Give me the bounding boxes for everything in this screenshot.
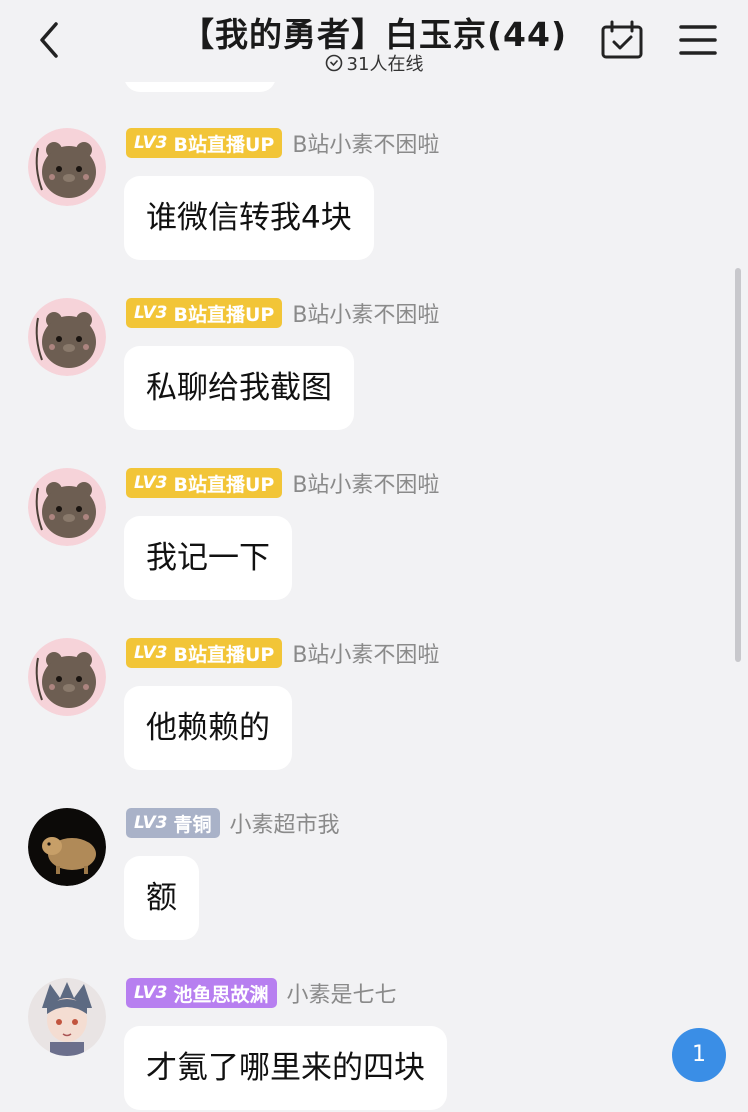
message-bubble[interactable]: 我记一下 — [124, 516, 292, 600]
level-label: LV3 — [134, 983, 168, 1003]
bear-avatar[interactable] — [28, 638, 106, 716]
message-bubble[interactable]: 才氪了哪里来的四块 — [124, 1026, 447, 1110]
level-label: LV3 — [134, 473, 168, 493]
badge-title: B站直播UP — [173, 473, 275, 496]
menu-button[interactable] — [678, 22, 718, 58]
level-label: LV3 — [134, 643, 168, 663]
sender-nickname[interactable]: 小素是七七 — [287, 977, 397, 1009]
anime-avatar[interactable] — [28, 978, 106, 1056]
level-badge: LV3 B站直播UP — [126, 298, 283, 328]
bear-avatar[interactable] — [28, 298, 106, 376]
message-bubble[interactable]: 私聊给我截图 — [124, 346, 354, 430]
message-meta: LV3 青铜 小素超市我 — [126, 808, 340, 838]
badge-title: B站直播UP — [173, 643, 275, 666]
chat-header: 【我的勇者】白玉京(44) 31人在线 — [0, 0, 748, 82]
level-label: LV3 — [134, 303, 168, 323]
badge-title: 青铜 — [173, 813, 212, 836]
badge-title: 池鱼思故渊 — [173, 983, 269, 1006]
check-circle-icon — [325, 54, 342, 72]
message-meta: LV3 B站直播UP B站小素不困啦 — [126, 128, 439, 158]
bear-avatar[interactable] — [28, 468, 106, 546]
message-meta: LV3 池鱼思故渊 小素是七七 — [126, 978, 397, 1008]
badge-title: B站直播UP — [173, 133, 275, 156]
sender-nickname[interactable]: B站小素不困啦 — [292, 637, 439, 669]
online-count: 31人在线 — [346, 54, 424, 75]
message-meta: LV3 B站直播UP B站小素不困啦 — [126, 298, 439, 328]
sender-nickname[interactable]: B站小素不困啦 — [292, 297, 439, 329]
badge-title: B站直播UP — [173, 303, 275, 326]
level-badge: LV3 B站直播UP — [126, 128, 283, 158]
bear-avatar[interactable] — [28, 128, 106, 206]
message-meta: LV3 B站直播UP B站小素不困啦 — [126, 468, 439, 498]
level-label: LV3 — [134, 813, 168, 833]
unread-count-badge[interactable]: 1 — [672, 1028, 726, 1082]
level-badge: LV3 青铜 — [126, 808, 220, 838]
sender-nickname[interactable]: 小素超市我 — [230, 807, 340, 839]
level-badge: LV3 B站直播UP — [126, 468, 283, 498]
level-label: LV3 — [134, 133, 168, 153]
level-badge: LV3 B站直播UP — [126, 638, 283, 668]
capybara-avatar[interactable] — [28, 808, 106, 886]
sender-nickname[interactable]: B站小素不困啦 — [292, 127, 439, 159]
level-badge: LV3 池鱼思故渊 — [126, 978, 277, 1008]
message-bubble[interactable]: 他赖赖的 — [124, 686, 292, 770]
scrollbar[interactable] — [735, 268, 741, 662]
sender-nickname[interactable]: B站小素不困啦 — [292, 467, 439, 499]
hamburger-menu-icon — [679, 25, 717, 55]
calendar-button[interactable] — [600, 20, 644, 60]
message-meta: LV3 B站直播UP B站小素不困啦 — [126, 638, 439, 668]
calendar-check-icon — [601, 20, 643, 59]
message-bubble[interactable]: 谁微信转我4块 — [124, 176, 374, 260]
message-bubble[interactable]: 额 — [124, 856, 199, 940]
